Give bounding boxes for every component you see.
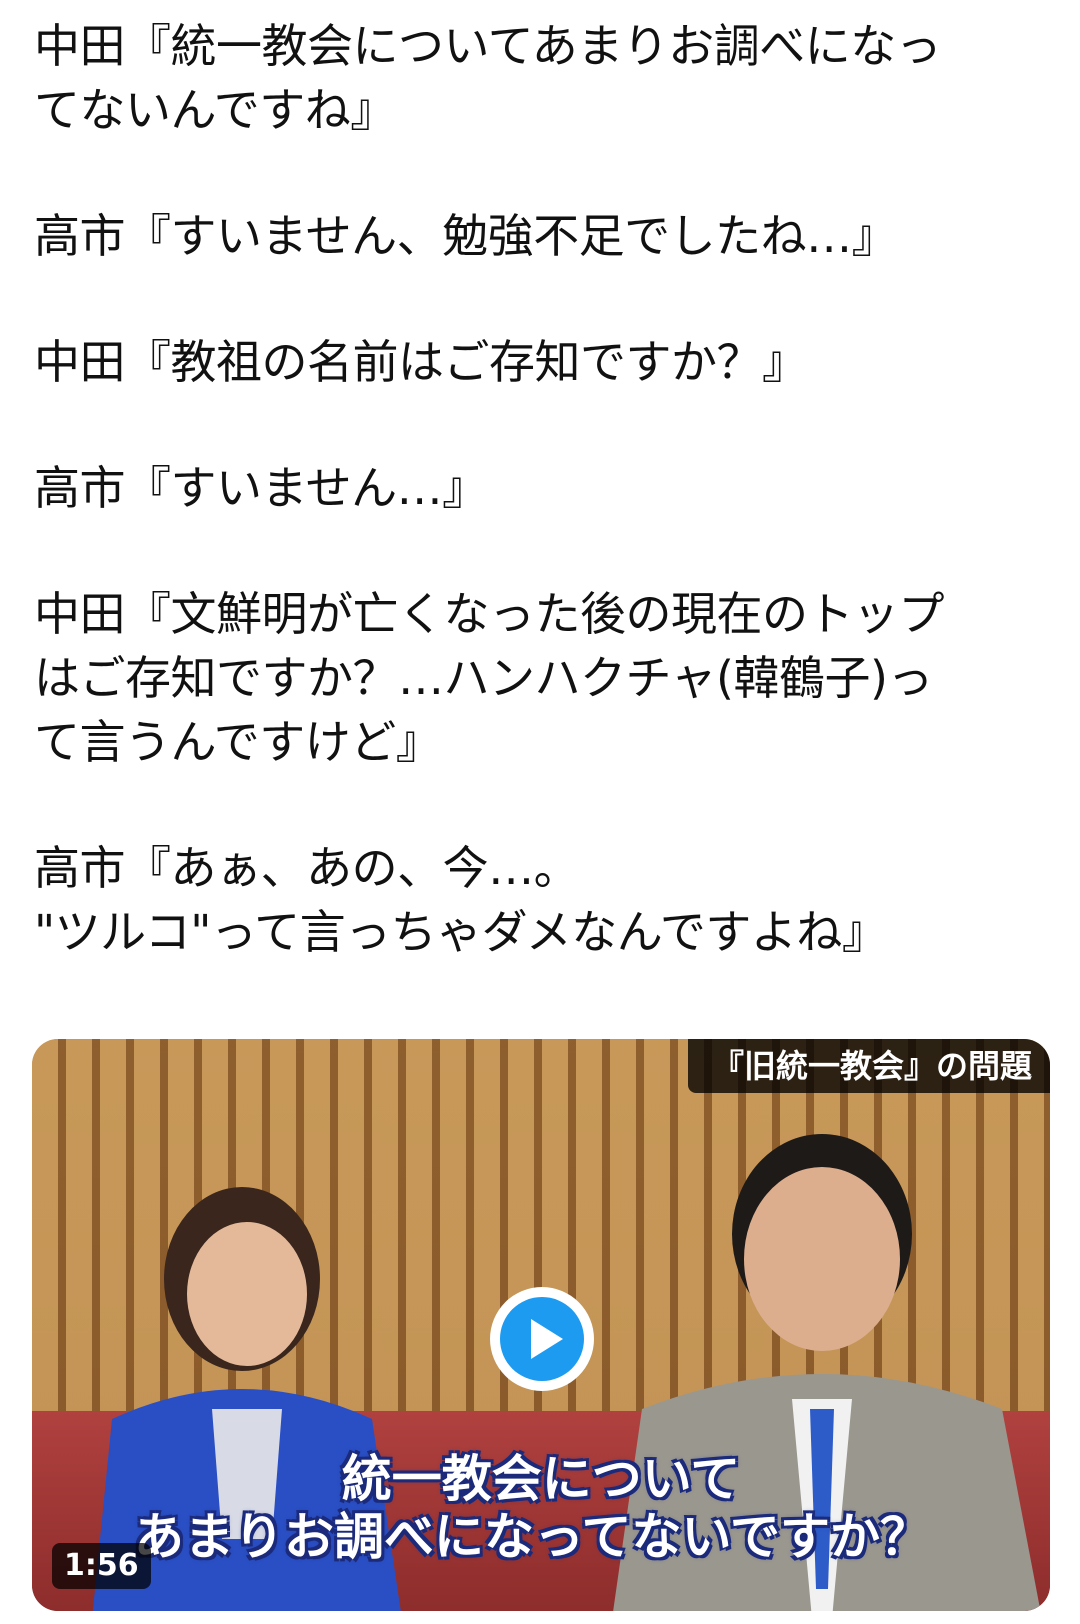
video-topic-badge: 『旧統一教会』の問題: [687, 1039, 1050, 1093]
tweet-line: 高市『あぁ、あの、今…。: [34, 841, 580, 895]
play-button[interactable]: [490, 1287, 594, 1391]
video-card[interactable]: 『旧統一教会』の問題 統一教会について あまりお調べになってないですか？ 1:5…: [32, 1039, 1050, 1611]
tweet-line: "ツルコ"って言っちゃダメなんですよね』: [34, 905, 888, 959]
tweet-line: はご存知ですか？…ハンハクチャ(韓鶴子)っ: [34, 651, 933, 705]
tweet-line: 高市『すいません…』: [34, 461, 488, 515]
tweet-line: 中田『教祖の名前はご存知ですか？』: [34, 335, 808, 389]
video-subtitle-line: 統一教会について: [341, 1450, 741, 1508]
tweet-text: 中田『統一教会についてあまりお調べになっ てないんですね』 高市『すいません、勉…: [34, 14, 1054, 964]
video-duration: 1:56: [52, 1543, 151, 1589]
tweet-line: 中田『文鮮明が亡くなった後の現在のトップ: [34, 587, 945, 641]
play-icon: [500, 1297, 584, 1381]
tweet-line: て言うんですけど』: [34, 715, 442, 769]
tweet-line: 中田『統一教会についてあまりお調べになっ: [34, 19, 942, 73]
tweet-line: 高市『すいません、勉強不足でしたね…』: [34, 209, 898, 263]
video-subtitle-line: あまりお調べになってないですか？: [134, 1508, 930, 1566]
tweet-line: てないんですね』: [34, 83, 396, 137]
